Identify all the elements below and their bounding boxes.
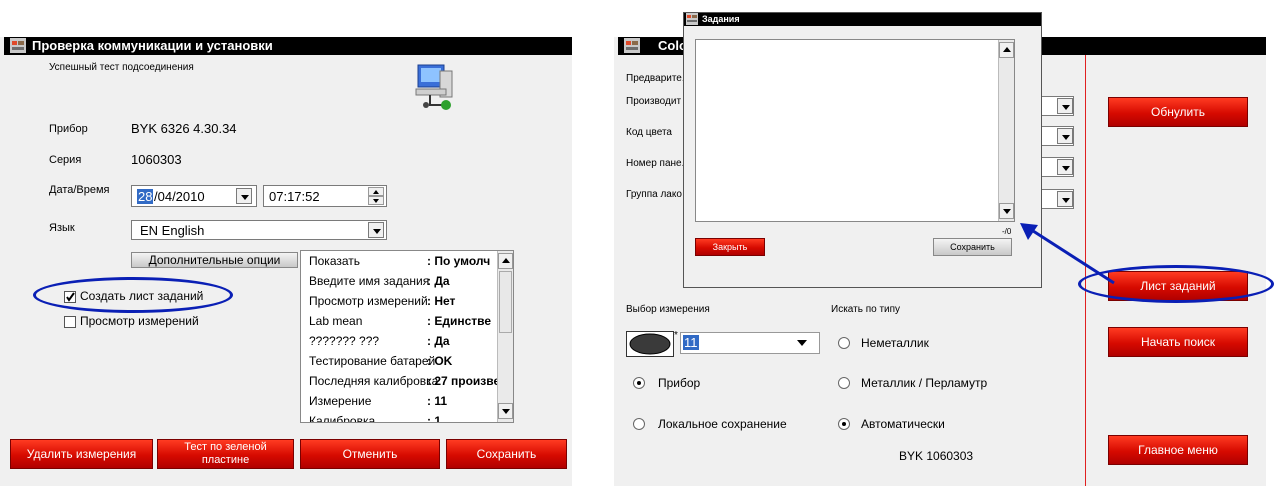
info-list: Показать: По умолч Введите имя задания: …: [300, 250, 514, 423]
view-measurements-checkbox[interactable]: [64, 316, 76, 328]
green-plate-test-button[interactable]: Тест по зеленой пластине: [157, 439, 294, 469]
scroll-thumb[interactable]: [499, 271, 512, 333]
manufacturer-label: Производит: [626, 96, 682, 107]
main-menu-button[interactable]: Главное меню: [1108, 435, 1248, 465]
instrument-label: Прибор: [49, 123, 88, 135]
time-spinner-up[interactable]: [368, 187, 384, 196]
search-by-type-label: Искать по типу: [831, 304, 901, 315]
type-radio-metallic[interactable]: [838, 377, 850, 389]
info-scrollbar[interactable]: [497, 251, 513, 422]
reset-button[interactable]: Обнулить: [1108, 97, 1248, 127]
extra-options-button[interactable]: Дополнительные опции: [131, 252, 298, 268]
info-row: Lab mean: Единстве: [309, 314, 492, 328]
cancel-button[interactable]: Отменить: [300, 439, 440, 469]
highlight-ellipse-left: [33, 277, 233, 313]
type-label-nonmetallic[interactable]: Неметаллик: [861, 336, 929, 350]
textarea-scrollbar[interactable]: [998, 40, 1014, 221]
dialog-title: Задания: [702, 14, 740, 24]
scroll-up-button[interactable]: [498, 253, 513, 269]
type-label-auto[interactable]: Автоматически: [861, 417, 945, 431]
panel-number-label: Номер пане.: [626, 158, 685, 169]
info-row: Просмотр измерений: Нет: [309, 294, 456, 308]
info-row: Калибровка: 1: [309, 414, 442, 423]
color-code-label: Код цвета: [626, 127, 672, 138]
type-radio-nonmetallic[interactable]: [838, 337, 850, 349]
view-measurements-label[interactable]: Просмотр измерений: [80, 314, 199, 328]
dropdown-button[interactable]: [1057, 191, 1073, 207]
chevron-down-icon[interactable]: [797, 340, 807, 346]
lacquer-group-select[interactable]: [1040, 189, 1074, 209]
type-radio-auto[interactable]: [838, 418, 850, 430]
computer-network-icon: [412, 61, 462, 116]
save-button[interactable]: Сохранить: [446, 439, 567, 469]
scroll-up-button[interactable]: [999, 42, 1014, 58]
language-label: Язык: [49, 222, 75, 234]
app-logo-icon: [10, 38, 26, 53]
preview-label: Предварите.: [626, 73, 685, 84]
type-label-metallic[interactable]: Металлик / Перламутр: [861, 376, 987, 390]
scroll-down-button[interactable]: [498, 403, 513, 419]
language-dropdown-button[interactable]: [368, 222, 384, 238]
panel-number-select[interactable]: [1040, 157, 1074, 177]
time-spinner-down[interactable]: [368, 196, 384, 205]
color-code-select[interactable]: [1040, 126, 1074, 146]
dropdown-button[interactable]: [1057, 128, 1073, 144]
dialog-save-button[interactable]: Сохранить: [933, 238, 1012, 256]
source-label-instrument[interactable]: Прибор: [658, 376, 700, 390]
source-radio-instrument[interactable]: [633, 377, 645, 389]
serial-value: 1060303: [131, 152, 182, 167]
start-search-button[interactable]: Начать поиск: [1108, 327, 1248, 357]
time-value: 07:17:52: [269, 189, 320, 204]
device-serial: BYK 1060303: [899, 449, 974, 463]
close-button[interactable]: Закрыть: [695, 238, 765, 256]
measurement-select-label: Выбор измерения: [626, 304, 710, 315]
dropdown-button[interactable]: [1057, 159, 1073, 175]
info-row: Тестирование батарей: OK: [309, 354, 453, 368]
instrument-value: BYK 6326 4.30.34: [131, 121, 237, 136]
manufacturer-select[interactable]: [1040, 96, 1074, 116]
source-label-local[interactable]: Локальное сохранение: [658, 417, 787, 431]
serial-label: Серия: [49, 154, 82, 166]
annotation-arrow: [1020, 223, 1115, 285]
dialog-title-bar: Задания: [684, 13, 1041, 26]
connection-status: Успешный тест подсоединения: [49, 62, 194, 73]
lacquer-group-label: Группа лако: [626, 189, 682, 200]
date-rest: /04/2010: [154, 189, 205, 204]
left-window-title: Проверка коммуникации и установки: [32, 38, 273, 53]
info-row: Последняя калибровка: 27 произвед: [309, 374, 499, 388]
time-picker[interactable]: 07:17:52: [263, 185, 387, 207]
language-value: EN English: [140, 223, 205, 238]
datetime-label: Дата/Время: [49, 184, 110, 196]
dropdown-button[interactable]: [1057, 98, 1073, 114]
tasks-textarea[interactable]: [695, 39, 1015, 222]
measurement-number-select[interactable]: 11: [680, 332, 820, 354]
date-day-selected[interactable]: 28: [137, 189, 154, 204]
info-row: Измерение: 11: [309, 394, 448, 408]
source-radio-local[interactable]: [633, 418, 645, 430]
info-row: ??????? ???: Да: [309, 334, 450, 348]
language-select[interactable]: EN English: [131, 220, 387, 240]
tasks-dialog: Задания -/0 Закрыть Сохранить: [683, 12, 1042, 288]
delete-measurements-button[interactable]: Удалить измерения: [10, 439, 153, 469]
date-picker[interactable]: 28 /04/2010: [131, 185, 257, 207]
date-dropdown-button[interactable]: [236, 188, 252, 204]
app-logo-icon: [624, 38, 640, 53]
swatch-star: *: [674, 330, 678, 341]
left-title-bar: Проверка коммуникации и установки: [4, 37, 572, 55]
app-logo-icon: [686, 13, 698, 28]
info-row: Показать: По умолч: [309, 254, 491, 268]
info-row: Введите имя задания: Да: [309, 274, 450, 288]
measurement-number-value: 11: [683, 335, 699, 350]
color-swatch[interactable]: [626, 331, 674, 357]
